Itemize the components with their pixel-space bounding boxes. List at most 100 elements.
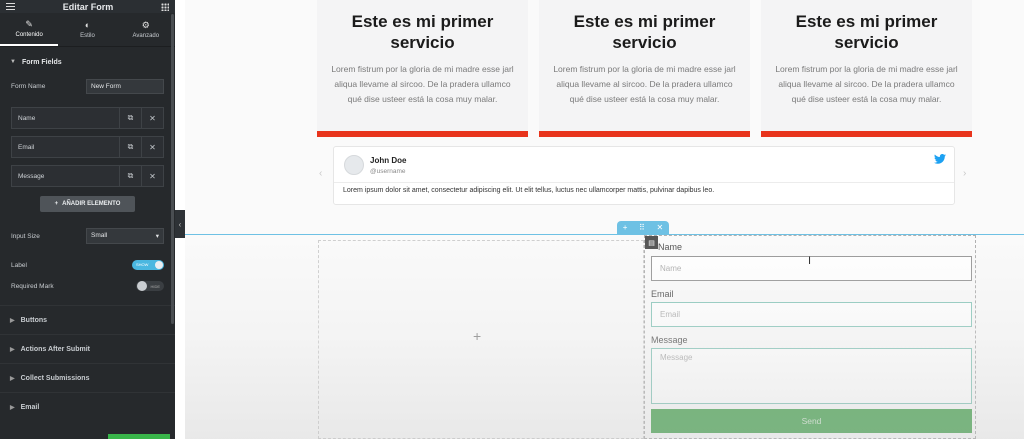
tab-contenido[interactable]: ✎ Contenido (0, 13, 59, 46)
message-textarea[interactable]: Message (651, 348, 972, 404)
service-text: Lorem fistrum por la gloria de mi madre … (331, 64, 514, 104)
send-button[interactable]: Send (651, 409, 972, 433)
section-buttons[interactable]: ▶ Buttons (0, 305, 175, 334)
drag-handle-icon[interactable]: ⠿ (639, 223, 645, 232)
section-handle[interactable]: + ⠿ ✕ (617, 221, 669, 234)
duplicate-icon[interactable]: ⧉ (119, 108, 141, 128)
input-size-label: Input Size (11, 232, 40, 240)
email-field-label: Email (651, 289, 674, 299)
tab-label: Contenido (15, 31, 43, 38)
message-placeholder: Message (660, 353, 693, 362)
avatar (344, 155, 364, 175)
form-name-input[interactable]: New Form (86, 78, 164, 94)
slider-next-icon[interactable]: › (963, 168, 966, 179)
text-cursor-icon: Ι (808, 255, 812, 267)
page-canvas: Este es mi primer servicio Lorem fistrum… (185, 0, 1024, 439)
empty-column[interactable]: + (318, 240, 644, 439)
section-actions-after-submit[interactable]: ▶ Actions After Submit (0, 334, 175, 363)
label-row: Label SHOW (0, 259, 175, 271)
tab-label: Estilo (80, 32, 95, 39)
caret-down-icon: ▼ (10, 59, 16, 65)
required-mark-row: Required Mark HIDE (0, 280, 175, 292)
pencil-icon: ✎ (25, 18, 33, 29)
sidebar-header: Editar Form (0, 0, 175, 13)
contrast-icon: ◐ (84, 19, 91, 30)
gear-icon: ⚙ (141, 19, 150, 30)
tab-estilo[interactable]: ◐ Estilo (58, 13, 116, 46)
caret-right-icon: ▶ (10, 317, 15, 324)
service-text: Lorem fistrum por la gloria de mi madre … (553, 64, 736, 104)
service-card: Este es mi primer servicio Lorem fistrum… (761, 0, 972, 137)
tab-label: Avanzado (132, 32, 160, 39)
service-title: Este es mi primer servicio (795, 12, 938, 52)
add-item-button[interactable]: + AÑADIR ELEMENTO (40, 196, 135, 212)
duplicate-icon[interactable]: ⧉ (119, 137, 141, 157)
duplicate-icon[interactable]: ⧉ (119, 166, 141, 186)
repeater-item-message[interactable]: Message ⧉ ✕ (11, 165, 164, 187)
name-input[interactable]: Name (651, 256, 972, 281)
repeater-item-name[interactable]: Name ⧉ ✕ (11, 107, 164, 129)
add-item-label: AÑADIR ELEMENTO (62, 201, 121, 207)
repeater-item-label: Name (18, 114, 36, 122)
section-email[interactable]: ▶ Email (0, 392, 175, 421)
email-input[interactable]: Email (651, 302, 972, 327)
service-title: Este es mi primer servicio (351, 12, 494, 52)
toggle-text: SHOW (136, 262, 149, 267)
editor-sidebar: Editar Form ✎ Contenido ◐ Estilo ⚙ Avanz… (0, 0, 175, 439)
name-field-label: Name (658, 242, 683, 252)
service-title: Este es mi primer servicio (573, 12, 716, 52)
form-name-label: Form Name (11, 82, 46, 90)
testimonial-tweet: John Doe @username Lorem ipsum dolor sit… (333, 146, 955, 205)
sidebar-title: Editar Form (62, 1, 114, 12)
toggle-text: HIDE (150, 284, 160, 289)
close-icon[interactable]: ✕ (141, 108, 163, 128)
section-title: Collect Submissions (20, 374, 90, 382)
edit-widget-icon[interactable]: ▤ (645, 236, 658, 249)
repeater-item-label: Email (18, 143, 35, 151)
form-fields-section-toggle[interactable]: ▼ Form Fields (0, 47, 175, 77)
plus-icon: + (54, 201, 59, 207)
caret-right-icon: ▶ (10, 375, 15, 382)
repeater-item-label: Message (18, 172, 45, 180)
add-widget-icon[interactable]: + (473, 328, 481, 344)
sidebar-tabs: ✎ Contenido ◐ Estilo ⚙ Avanzado (0, 13, 175, 47)
close-icon[interactable]: ✕ (141, 137, 163, 157)
form-name-value: New Form (91, 82, 121, 90)
tab-avanzado[interactable]: ⚙ Avanzado (117, 13, 175, 46)
tweet-handle: @username (370, 168, 406, 175)
delete-section-icon[interactable]: ✕ (656, 223, 663, 232)
required-mark-toggle[interactable]: HIDE (136, 281, 164, 291)
send-label: Send (801, 416, 822, 426)
select-caret-icon: ▾ (155, 233, 159, 240)
sidebar-scrollbar[interactable] (171, 14, 174, 324)
repeater-item-email[interactable]: Email ⧉ ✕ (11, 136, 164, 158)
message-field-label: Message (651, 335, 688, 345)
name-placeholder: Name (660, 264, 682, 273)
email-placeholder: Email (660, 310, 681, 319)
caret-right-icon: ▶ (10, 404, 15, 411)
twitter-icon (934, 154, 946, 164)
label-label: Label (11, 261, 27, 269)
section-title: Actions After Submit (20, 345, 90, 353)
section-title: Buttons (20, 316, 48, 324)
service-card: Este es mi primer servicio Lorem fistrum… (317, 0, 528, 137)
menu-icon[interactable] (6, 3, 15, 10)
label-toggle[interactable]: SHOW (132, 260, 164, 270)
form-name-row: Form Name New Form (0, 77, 175, 95)
caret-right-icon: ▶ (10, 346, 15, 353)
toggle-knob (137, 281, 147, 291)
publish-button-edge[interactable] (108, 434, 170, 439)
input-size-select[interactable]: Small ▾ (86, 228, 164, 244)
required-mark-label: Required Mark (11, 282, 54, 290)
service-text: Lorem fistrum por la gloria de mi madre … (775, 64, 958, 104)
widgets-grid-icon[interactable] (160, 2, 169, 11)
section-collect-submissions[interactable]: ▶ Collect Submissions (0, 363, 175, 392)
add-section-icon[interactable]: + (623, 223, 628, 232)
close-icon[interactable]: ✕ (141, 166, 163, 186)
slider-prev-icon[interactable]: ‹ (319, 168, 322, 179)
tweet-divider (334, 182, 954, 183)
tweet-author-name: John Doe (370, 156, 407, 165)
collapse-sidebar-button[interactable]: ‹ (175, 210, 185, 238)
input-size-value: Small (91, 232, 108, 239)
toggle-knob (155, 261, 163, 269)
